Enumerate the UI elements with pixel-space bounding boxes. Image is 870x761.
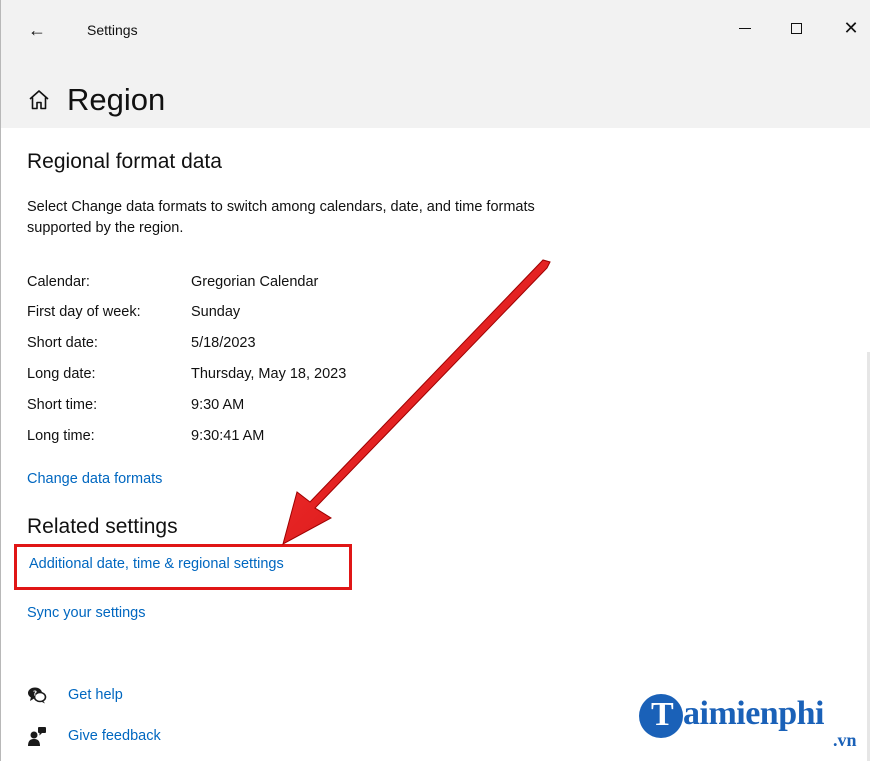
give-feedback-row[interactable]: Give feedback — [27, 724, 161, 748]
section-title-related-settings: Related settings — [27, 515, 178, 538]
format-row-first-day: First day of week: Sunday — [27, 297, 627, 327]
format-label: Long time: — [27, 428, 95, 444]
format-label: Calendar: — [27, 274, 90, 290]
get-help-icon: ? — [28, 687, 47, 704]
settings-window: ← Settings ✕ Region Regional format data… — [0, 0, 870, 761]
change-data-formats-link[interactable]: Change data formats — [27, 471, 162, 487]
back-arrow-icon[interactable]: ← — [23, 16, 51, 44]
format-label: Short date: — [27, 335, 98, 351]
title-bar: ← Settings ✕ Region — [1, 0, 870, 128]
section-title-regional-format: Regional format data — [27, 150, 222, 173]
page-title: Region — [67, 82, 166, 117]
format-value: Sunday — [191, 304, 241, 320]
regional-format-description: Select Change data formats to switch amo… — [27, 199, 535, 236]
format-value: Thursday, May 18, 2023 — [191, 366, 347, 382]
format-row-long-time: Long time: 9:30:41 AM — [27, 421, 627, 451]
watermark-initial: T — [651, 696, 674, 733]
format-label: Short time: — [27, 397, 98, 413]
watermark-logo: T aimienphi .vn — [639, 686, 864, 756]
format-row-short-time: Short time: 9:30 AM — [27, 390, 627, 420]
get-help-link[interactable]: Get help — [68, 687, 123, 703]
format-row-short-date: Short date: 5/18/2023 — [27, 328, 627, 358]
give-feedback-link[interactable]: Give feedback — [68, 728, 161, 744]
format-value: 9:30 AM — [191, 397, 245, 413]
sync-settings-link[interactable]: Sync your settings — [27, 605, 145, 621]
home-icon — [29, 90, 49, 110]
format-label: Long date: — [27, 366, 96, 382]
minimize-icon — [739, 27, 751, 29]
format-label: First day of week: — [27, 304, 141, 320]
format-row-calendar: Calendar: Gregorian Calendar — [27, 267, 627, 297]
main-content: Regional format data Select Change data … — [1, 128, 870, 761]
format-value: 9:30:41 AM — [191, 428, 265, 444]
watermark-suffix: .vn — [833, 730, 857, 750]
maximize-icon — [790, 22, 802, 34]
watermark-text: aimienphi — [683, 695, 824, 732]
format-value: Gregorian Calendar — [191, 274, 319, 290]
format-value: 5/18/2023 — [191, 335, 256, 351]
give-feedback-icon — [28, 727, 46, 746]
window-title: Settings — [87, 22, 138, 38]
close-icon: ✕ — [843, 18, 859, 38]
maximize-button[interactable] — [774, 12, 818, 44]
svg-text:?: ? — [33, 690, 37, 698]
close-button[interactable]: ✕ — [829, 12, 870, 44]
get-help-row[interactable]: ? Get help — [27, 683, 123, 707]
format-row-long-date: Long date: Thursday, May 18, 2023 — [27, 359, 627, 389]
page-header: Region — [27, 80, 165, 120]
minimize-button[interactable] — [723, 12, 767, 44]
additional-date-time-regional-link[interactable]: Additional date, time & regional setting… — [29, 556, 284, 572]
